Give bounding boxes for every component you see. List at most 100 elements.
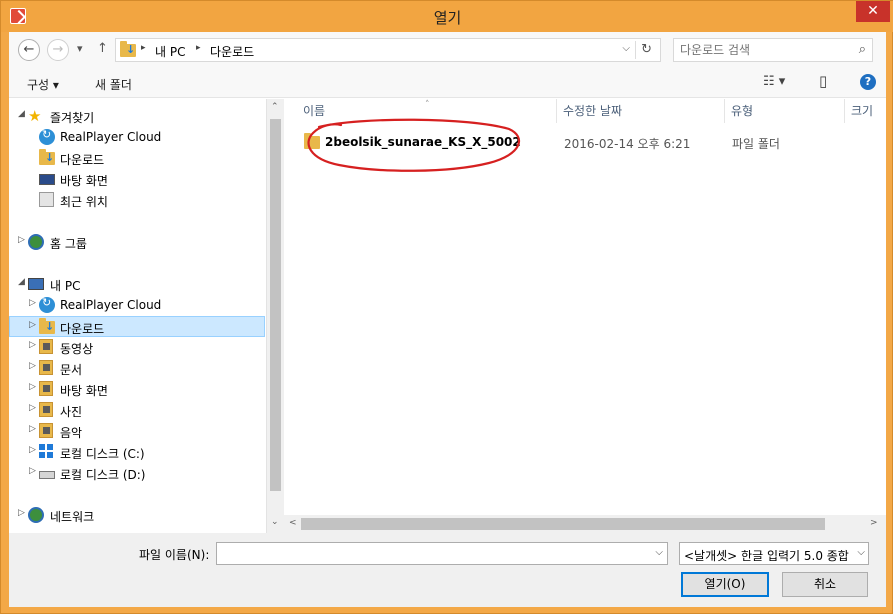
cancel-button[interactable]: 취소 (782, 572, 868, 597)
search-icon[interactable]: ⌕ (859, 42, 866, 57)
star-icon: ★ (28, 107, 42, 125)
filename-label: 파일 이름(N): (139, 548, 210, 562)
desktop-folder-icon (39, 381, 55, 397)
tree-label: 다운로드 (60, 322, 105, 336)
tree-label: 네트워크 (50, 510, 95, 524)
collapsed-arrow-icon[interactable]: ▷ (29, 466, 36, 476)
file-type: 파일 폴더 (732, 137, 780, 151)
collapsed-arrow-icon[interactable]: ▷ (29, 340, 36, 350)
scroll-thumb[interactable] (301, 518, 825, 530)
collapsed-arrow-icon[interactable]: ▷ (29, 424, 36, 434)
column-header-type[interactable]: 유형 (725, 99, 845, 123)
tree-pc-videos[interactable]: ▷ 동영상 (9, 337, 259, 358)
tree-fav-desktop[interactable]: 바탕 화면 (9, 169, 259, 190)
column-header-label: 유형 (731, 104, 754, 118)
tree-fav-realplayer[interactable]: RealPlayer Cloud (9, 127, 259, 148)
scroll-down-icon[interactable]: ⌄ (271, 517, 279, 527)
filter-dropdown-icon[interactable]: ⌵ (855, 547, 865, 558)
scroll-right-icon[interactable]: > (870, 518, 878, 528)
search-box[interactable]: ⌕ (673, 38, 873, 62)
network-icon (28, 507, 44, 523)
file-modified: 2016-02-14 오후 6:21 (564, 137, 691, 151)
tree-label: 문서 (60, 363, 83, 377)
navigation-pane[interactable]: ◢ ★ 즐겨찾기 RealPlayer Cloud ↓ 다운로드 바탕 화면 최… (9, 99, 267, 533)
tree-pc-downloads[interactable]: ▷ ↓ 다운로드 (9, 316, 265, 337)
tree-pc-documents[interactable]: ▷ 문서 (9, 358, 259, 379)
address-divider (635, 41, 636, 59)
collapsed-arrow-icon[interactable]: ▷ (18, 508, 25, 518)
collapsed-arrow-icon[interactable]: ▷ (29, 361, 36, 371)
expanded-arrow-icon[interactable]: ◢ (18, 109, 25, 119)
tree-homegroup[interactable]: ▷ 홈 그룹 (9, 232, 259, 253)
collapsed-arrow-icon[interactable]: ▷ (29, 403, 36, 413)
collapsed-arrow-icon[interactable]: ▷ (29, 445, 36, 455)
title-bar[interactable]: 열기 ✕ (1, 1, 893, 32)
column-header-name[interactable]: ˄ 이름 (297, 99, 557, 123)
view-options-icon[interactable]: ☷ ▾ (763, 74, 785, 89)
close-button[interactable]: ✕ (856, 1, 890, 22)
file-row[interactable]: 2beolsik_sunarae_KS_X_5002 2016-02-14 오후… (284, 132, 886, 154)
file-list-pane[interactable]: ˄ 이름 수정한 날짜 유형 크기 2beolsik_sunarae_KS_X_… (284, 99, 886, 533)
tree-label: 바탕 화면 (60, 384, 108, 398)
documents-library-icon (39, 360, 55, 376)
tree-network[interactable]: ▷ 네트워크 (9, 505, 259, 526)
refresh-icon[interactable]: ↻ (641, 42, 652, 57)
expanded-arrow-icon[interactable]: ◢ (18, 277, 25, 287)
tree-pc-music[interactable]: ▷ 음악 (9, 421, 259, 442)
tree-favorites[interactable]: ◢ ★ 즐겨찾기 (9, 106, 259, 127)
dialog-client: ← → ▾ ↑ ↓ ▸ 내 PC ▸ 다운로드 ⌵ ↻ ⌕ 구성 ▾ 새 폴더 (9, 32, 886, 607)
help-icon[interactable]: ? (860, 74, 876, 90)
tree-pc-drive-d[interactable]: ▷ 로컬 디스크 (D:) (9, 463, 259, 484)
column-header-size[interactable]: 크기 (845, 99, 886, 123)
dialog-footer: 파일 이름(N): ⌵ <날개셋> 한글 입력기 5.0 종합 ⌵ 열기(O) … (9, 533, 886, 607)
music-library-icon (39, 423, 55, 439)
downloads-folder-icon: ↓ (39, 318, 55, 335)
new-folder-button[interactable]: 새 폴더 (95, 76, 132, 93)
breadcrumb-this-pc[interactable]: 내 PC (155, 43, 185, 60)
recent-locations-dropdown[interactable]: ▾ (77, 42, 83, 55)
tree-pc-drive-c[interactable]: ▷ 로컬 디스크 (C:) (9, 442, 259, 463)
search-input[interactable] (680, 42, 844, 58)
tree-fav-recent[interactable]: 최근 위치 (9, 190, 259, 211)
tree-label: 로컬 디스크 (D:) (60, 468, 146, 482)
preview-pane-icon[interactable]: ▯ (819, 72, 827, 90)
file-type-filter[interactable]: <날개셋> 한글 입력기 5.0 종합 ⌵ (679, 542, 869, 565)
filename-input[interactable]: ⌵ (216, 542, 668, 565)
forward-button[interactable]: → (47, 39, 69, 61)
crumb-separator-icon[interactable]: ▸ (141, 43, 146, 53)
breadcrumb-downloads[interactable]: 다운로드 (210, 43, 254, 60)
open-button[interactable]: 열기(O) (681, 572, 769, 597)
tree-label: 다운로드 (60, 153, 105, 167)
collapsed-arrow-icon[interactable]: ▷ (18, 235, 25, 245)
crumb-separator-icon[interactable]: ▸ (196, 43, 201, 53)
up-button[interactable]: ↑ (97, 41, 108, 56)
address-dropdown-icon[interactable]: ⌵ (622, 43, 630, 54)
collapsed-arrow-icon[interactable]: ▷ (29, 298, 36, 308)
scroll-thumb[interactable] (270, 119, 281, 491)
collapsed-arrow-icon[interactable]: ▷ (29, 382, 36, 392)
tree-pc-pictures[interactable]: ▷ 사진 (9, 400, 259, 421)
nav-vertical-scrollbar[interactable]: ⌃ ⌄ (267, 99, 284, 533)
organize-menu[interactable]: 구성 ▾ (27, 76, 59, 93)
filename-dropdown-icon[interactable]: ⌵ (655, 547, 663, 558)
collapsed-arrow-icon[interactable]: ▷ (29, 320, 36, 330)
tree-pc-desktop[interactable]: ▷ 바탕 화면 (9, 379, 259, 400)
column-header-modified[interactable]: 수정한 날짜 (557, 99, 725, 123)
scroll-left-icon[interactable]: < (289, 518, 297, 528)
tree-fav-downloads[interactable]: ↓ 다운로드 (9, 148, 259, 169)
back-button[interactable]: ← (18, 39, 40, 61)
command-toolbar: 구성 ▾ 새 폴더 ☷ ▾ ▯ ? (9, 68, 886, 98)
tree-label: 바탕 화면 (60, 174, 108, 188)
address-bar[interactable]: ↓ ▸ 내 PC ▸ 다운로드 ⌵ ↻ (115, 38, 661, 62)
open-dialog-window: 열기 ✕ ← → ▾ ↑ ↓ ▸ 내 PC ▸ 다운로드 ⌵ ↻ ⌕ (0, 0, 893, 614)
recent-places-icon (39, 192, 55, 208)
realplayer-cloud-icon (39, 128, 55, 145)
scroll-up-icon[interactable]: ⌃ (271, 102, 279, 112)
column-header-label: 크기 (851, 104, 874, 118)
tree-label: RealPlayer Cloud (60, 130, 162, 144)
tree-this-pc[interactable]: ◢ 내 PC (9, 274, 259, 295)
tree-label: 음악 (60, 426, 83, 440)
computer-icon (28, 276, 44, 292)
tree-pc-realplayer[interactable]: ▷ RealPlayer Cloud (9, 295, 259, 316)
content-horizontal-scrollbar[interactable]: < > (284, 515, 886, 533)
